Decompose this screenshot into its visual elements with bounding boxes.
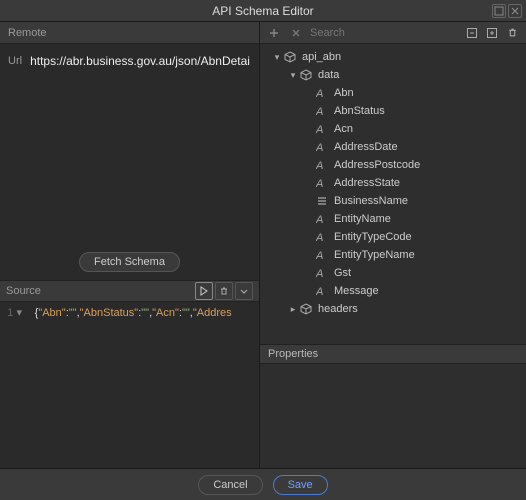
tree-node-headers[interactable]: ▸ headers — [260, 300, 526, 318]
schema-tree[interactable]: ▾ api_abn ▾ data A Abn A AbnStatus A Acn A AddressD… — [260, 44, 526, 344]
svg-text:A: A — [316, 286, 323, 297]
tree-node-addressdate[interactable]: A AddressDate — [260, 138, 526, 156]
A-icon: A — [314, 266, 330, 280]
A-icon: A — [314, 140, 330, 154]
line-number: 1 — [7, 307, 13, 319]
cancel-button[interactable]: Cancel — [198, 475, 262, 495]
titlebar: API Schema Editor — [0, 0, 526, 22]
box-icon — [298, 68, 314, 82]
tree-node-label: AbnStatus — [334, 105, 385, 117]
tree-toolbar — [260, 22, 526, 44]
tree-node-data[interactable]: ▾ data — [260, 66, 526, 84]
svg-text:A: A — [316, 106, 323, 117]
caret-icon[interactable]: ▾ — [288, 70, 298, 81]
play-icon[interactable] — [195, 282, 213, 300]
svg-text:A: A — [316, 214, 323, 225]
tree-node-message[interactable]: A Message — [260, 282, 526, 300]
url-input[interactable] — [30, 54, 251, 68]
properties-header: Properties — [260, 344, 526, 364]
tree-node-api_abn[interactable]: ▾ api_abn — [260, 48, 526, 66]
tree-node-label: Gst — [334, 267, 351, 279]
properties-panel — [260, 364, 526, 468]
A-icon: A — [314, 284, 330, 298]
expand-icon[interactable] — [484, 25, 500, 41]
source-header-label: Source — [6, 285, 41, 297]
svg-text:A: A — [316, 232, 323, 243]
add-icon[interactable] — [266, 25, 282, 41]
tree-node-abnstatus[interactable]: A AbnStatus — [260, 102, 526, 120]
close-icon[interactable] — [508, 4, 522, 18]
list-icon — [314, 194, 330, 208]
save-button[interactable]: Save — [273, 475, 328, 495]
A-icon: A — [314, 104, 330, 118]
close-icon[interactable] — [288, 25, 304, 41]
window-title: API Schema Editor — [212, 4, 313, 18]
A-icon: A — [314, 230, 330, 244]
tree-node-label: data — [318, 69, 339, 81]
url-label: Url — [8, 55, 22, 67]
svg-text:A: A — [316, 142, 323, 153]
tree-node-gst[interactable]: A Gst — [260, 264, 526, 282]
tree-node-label: BusinessName — [334, 195, 408, 207]
trash-icon[interactable] — [215, 282, 233, 300]
box-icon — [282, 50, 298, 64]
tree-node-label: headers — [318, 303, 358, 315]
caret-icon[interactable]: ▸ — [288, 304, 298, 315]
maximize-icon[interactable] — [492, 4, 506, 18]
fetch-schema-button[interactable]: Fetch Schema — [79, 252, 180, 272]
tree-node-label: api_abn — [302, 51, 341, 63]
trash-icon[interactable] — [504, 25, 520, 41]
tree-node-label: Abn — [334, 87, 354, 99]
tree-node-label: AddressPostcode — [334, 159, 420, 171]
tree-node-abn[interactable]: A Abn — [260, 84, 526, 102]
A-icon: A — [314, 122, 330, 136]
source-editor[interactable]: 1 ▾ {"Abn":"","AbnStatus":"","Acn":"","A… — [0, 302, 259, 468]
tree-node-label: EntityTypeName — [334, 249, 415, 261]
svg-text:A: A — [316, 124, 323, 135]
A-icon: A — [314, 86, 330, 100]
tree-node-label: EntityTypeCode — [334, 231, 412, 243]
tree-node-addressstate[interactable]: A AddressState — [260, 174, 526, 192]
box-icon — [298, 302, 314, 316]
svg-text:A: A — [316, 160, 323, 171]
tree-node-businessname[interactable]: BusinessName — [260, 192, 526, 210]
tree-node-label: Acn — [334, 123, 353, 135]
A-icon: A — [314, 248, 330, 262]
collapse-icon[interactable] — [464, 25, 480, 41]
svg-text:A: A — [316, 88, 323, 99]
caret-icon[interactable]: ▾ — [272, 52, 282, 63]
tree-node-label: AddressDate — [334, 141, 398, 153]
tree-node-label: Message — [334, 285, 379, 297]
tree-node-entityname[interactable]: A EntityName — [260, 210, 526, 228]
svg-text:A: A — [316, 268, 323, 279]
remote-panel: Url — [0, 44, 259, 244]
A-icon: A — [314, 158, 330, 172]
source-code-line: {"Abn":"","AbnStatus":"","Acn":"","Addre… — [35, 307, 232, 319]
chevron-down-icon[interactable] — [235, 282, 253, 300]
tree-node-entitytypename[interactable]: A EntityTypeName — [260, 246, 526, 264]
remote-header: Remote — [0, 22, 259, 44]
tree-node-acn[interactable]: A Acn — [260, 120, 526, 138]
svg-text:A: A — [316, 250, 323, 261]
tree-node-label: AddressState — [334, 177, 400, 189]
svg-text:A: A — [316, 178, 323, 189]
tree-node-entitytypecode[interactable]: A EntityTypeCode — [260, 228, 526, 246]
tree-node-addresspostcode[interactable]: A AddressPostcode — [260, 156, 526, 174]
A-icon: A — [314, 176, 330, 190]
tree-node-label: EntityName — [334, 213, 391, 225]
search-input[interactable] — [310, 27, 458, 39]
footer: Cancel Save — [0, 468, 526, 500]
A-icon: A — [314, 212, 330, 226]
